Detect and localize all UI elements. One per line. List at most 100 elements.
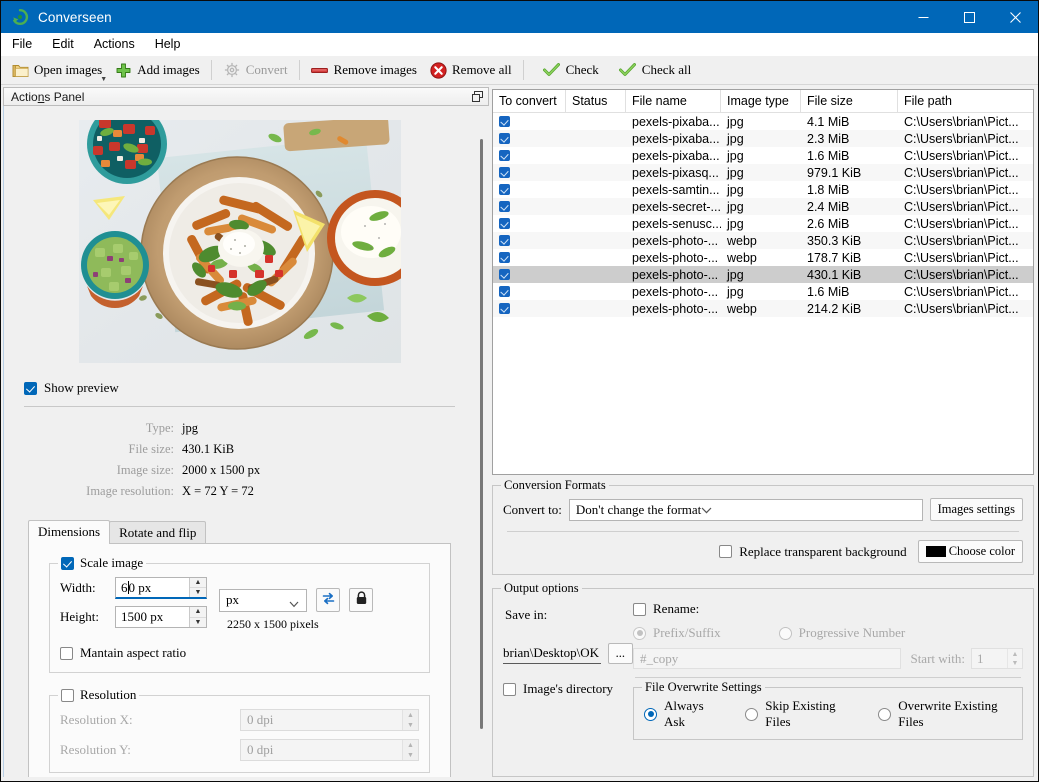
checkbox-checked-icon[interactable] [499,150,510,161]
checkbox-checked-icon[interactable] [499,303,510,314]
convert-button[interactable]: Convert [217,58,294,83]
menu-actions[interactable]: Actions [85,34,144,55]
resolution-x-stepper[interactable]: ▲ ▼ [402,710,418,730]
maintain-aspect-row[interactable]: Mantain aspect ratio [60,645,419,661]
actions-panel-scrollbar[interactable] [475,106,489,777]
table-row[interactable]: pexels-photo-... jpg 1.6 MiB C:\Users\brian… [493,283,1033,300]
progressive-number-radio[interactable] [778,626,792,640]
always-ask-radio[interactable] [644,707,657,721]
scale-image-checkbox[interactable] [61,556,74,570]
width-step-down-icon[interactable]: ▼ [190,588,206,597]
chevron-down-icon[interactable]: ▼ [100,75,107,82]
skip-existing-radio[interactable] [745,707,759,721]
open-images-button[interactable]: Open images ▼ [5,58,108,83]
table-row[interactable]: pexels-pixaba... jpg 4.1 MiB C:\Users\brian… [493,113,1033,130]
column-to-convert[interactable]: To convert [493,90,566,112]
row-convert-checkbox[interactable] [493,133,566,144]
row-convert-checkbox[interactable] [493,116,566,127]
checkbox-checked-icon[interactable] [499,252,510,263]
table-row[interactable]: pexels-senusc... jpg 2.6 MiB C:\Users\brian… [493,215,1033,232]
image-directory-checkbox[interactable] [503,682,516,696]
replace-transparent-checkbox[interactable] [719,545,733,558]
checkbox-checked-icon[interactable] [499,269,510,280]
width-input[interactable]: 60 px ▲ ▼ [115,577,207,599]
swap-dimensions-button[interactable] [316,588,340,612]
row-convert-checkbox[interactable] [493,269,566,280]
table-row[interactable]: pexels-samtin... jpg 1.8 MiB C:\Users\brian… [493,181,1033,198]
save-in-input[interactable]: brian\Desktop\OK [503,644,601,664]
table-row[interactable]: pexels-photo-... jpg 430.1 KiB C:\Users\bri… [493,266,1033,283]
start-with-stepper[interactable]: ▲ ▼ [1007,649,1022,668]
column-file-name[interactable]: File name [626,90,721,112]
rename-pattern-input[interactable]: #_copy [633,648,902,669]
table-row[interactable]: pexels-secret-... jpg 2.4 MiB C:\Users\bria… [493,198,1033,215]
row-convert-checkbox[interactable] [493,286,566,297]
resolution-x-input[interactable]: 0 dpi ▲ ▼ [240,709,419,731]
table-row[interactable]: pexels-photo-... webp 350.3 KiB C:\Users\br… [493,232,1033,249]
row-convert-checkbox[interactable] [493,218,566,229]
checkbox-checked-icon[interactable] [499,116,510,127]
resolution-y-stepper[interactable]: ▲ ▼ [402,740,418,760]
row-convert-checkbox[interactable] [493,184,566,195]
res-x-step-down-icon[interactable]: ▼ [403,720,418,730]
image-directory-row[interactable]: Image's directory [503,681,633,697]
float-window-icon[interactable] [471,90,484,103]
table-row[interactable]: pexels-pixaba... jpg 2.3 MiB C:\Users\brian… [493,130,1033,147]
browse-folder-button[interactable]: ... [607,643,633,664]
show-preview-row[interactable]: Show preview [24,380,475,396]
checkbox-checked-icon[interactable] [499,286,510,297]
row-convert-checkbox[interactable] [493,303,566,314]
res-y-step-up-icon[interactable]: ▲ [403,740,418,750]
prefix-suffix-radio[interactable] [633,626,646,640]
file-list-table[interactable]: To convert Status File name Image type F… [492,89,1034,475]
scale-image-group-title[interactable]: Scale image [58,555,147,571]
start-step-up-icon[interactable]: ▲ [1008,649,1022,659]
height-step-down-icon[interactable]: ▼ [190,618,206,628]
scrollbar-thumb[interactable] [480,139,483,729]
rename-checkbox[interactable] [633,602,646,616]
menu-help[interactable]: Help [146,34,190,55]
res-x-step-up-icon[interactable]: ▲ [403,710,418,720]
table-row[interactable]: pexels-photo-... webp 214.2 KiB C:\Users\br… [493,300,1033,317]
maintain-aspect-checkbox[interactable] [60,646,73,660]
height-step-up-icon[interactable]: ▲ [190,607,206,618]
lock-aspect-button[interactable] [349,588,373,612]
row-convert-checkbox[interactable] [493,235,566,246]
overwrite-existing-radio[interactable] [878,707,892,721]
menu-edit[interactable]: Edit [43,34,83,55]
add-images-button[interactable]: Add images [108,58,205,83]
checkbox-checked-icon[interactable] [499,133,510,144]
remove-all-button[interactable]: Remove all [423,58,518,83]
column-file-path[interactable]: File path [898,90,1033,112]
resolution-y-input[interactable]: 0 dpi ▲ ▼ [240,739,419,761]
checkbox-checked-icon[interactable] [499,167,510,178]
checkbox-checked-icon[interactable] [499,201,510,212]
table-row[interactable]: pexels-photo-... webp 178.7 KiB C:\Users\br… [493,249,1033,266]
table-row[interactable]: pexels-pixasq... jpg 979.1 KiB C:\Users\bri… [493,164,1033,181]
check-all-button[interactable]: Check all [613,58,697,83]
menu-file[interactable]: File [3,34,41,55]
maximize-icon[interactable] [946,1,992,33]
resolution-group-title[interactable]: Resolution [58,687,140,703]
tab-dimensions[interactable]: Dimensions [28,520,111,544]
width-step-up-icon[interactable]: ▲ [190,578,206,588]
res-y-step-down-icon[interactable]: ▼ [403,750,418,760]
height-input[interactable]: 1500 px ▲ ▼ [115,606,207,628]
checkbox-checked-icon[interactable] [499,235,510,246]
width-stepper[interactable]: ▲ ▼ [189,578,206,597]
row-convert-checkbox[interactable] [493,252,566,263]
convert-to-select[interactable]: Don't change the format [568,498,923,521]
show-preview-checkbox[interactable] [24,381,37,395]
check-button[interactable]: Check [537,58,605,83]
resolution-checkbox[interactable] [61,688,74,702]
height-stepper[interactable]: ▲ ▼ [189,607,206,627]
column-file-size[interactable]: File size [801,90,898,112]
unit-select[interactable]: px [219,588,307,612]
remove-images-button[interactable]: Remove images [305,58,423,83]
choose-color-button[interactable]: Choose color [917,540,1023,563]
table-row[interactable]: pexels-pixaba... jpg 1.6 MiB C:\Users\brian… [493,147,1033,164]
checkbox-checked-icon[interactable] [499,218,510,229]
rename-row[interactable]: Rename: [633,601,1023,617]
tab-rotate-and-flip[interactable]: Rotate and flip [109,521,207,544]
minimize-icon[interactable] [900,1,946,33]
